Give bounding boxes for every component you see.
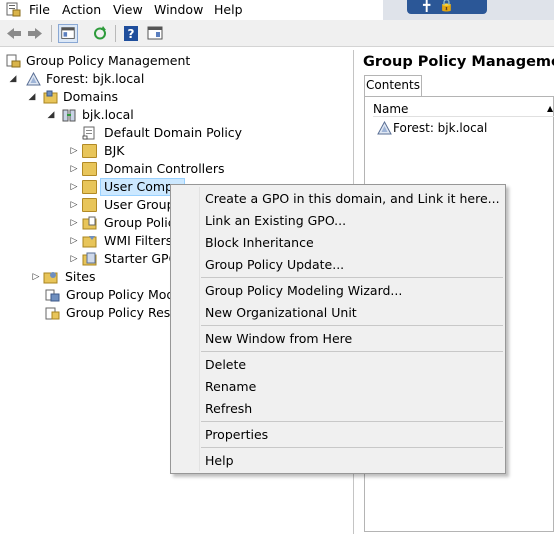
window-title-area: ╋ 🔒 <box>383 0 554 20</box>
menu-item-gp-update[interactable]: Group Policy Update... <box>205 255 344 275</box>
help-icon[interactable]: ? <box>121 24 141 43</box>
menu-gutter <box>199 187 200 471</box>
menu-action[interactable]: Action <box>62 2 101 17</box>
gpo-link-icon <box>82 126 95 140</box>
tab-contents[interactable]: Contents <box>364 75 422 96</box>
menu-separator <box>201 277 503 278</box>
collapsed-arrow-icon[interactable]: ▷ <box>69 160 79 178</box>
lock-icon: 🔒 <box>439 0 454 12</box>
menu-window[interactable]: Window <box>154 2 203 17</box>
pin-lock-tab[interactable]: ╋ 🔒 <box>407 0 487 14</box>
tree-item-domains[interactable]: ◢ Domains <box>27 88 227 106</box>
ou-folder-icon <box>82 198 97 212</box>
tree-item-default-domain-policy[interactable]: Default Domain Policy <box>82 124 282 142</box>
tree-label: bjk.local <box>82 107 134 122</box>
ou-folder-icon <box>82 162 97 176</box>
tree-item-bjk[interactable]: ▷ BJK <box>69 142 269 160</box>
modeling-icon <box>45 289 60 302</box>
collapsed-arrow-icon[interactable]: ▷ <box>69 232 79 250</box>
menu-item-new-window[interactable]: New Window from Here <box>205 329 352 349</box>
tree-label: Group Policy Result <box>66 305 187 320</box>
pin-icon: ╋ <box>423 0 431 12</box>
list-item-label: Forest: bjk.local <box>393 121 488 135</box>
show-hide-tree-icon[interactable] <box>58 24 78 43</box>
collapsed-arrow-icon[interactable]: ▷ <box>31 268 41 286</box>
collapsed-arrow-icon[interactable]: ▷ <box>69 250 79 268</box>
forward-arrow-icon[interactable] <box>25 24 45 43</box>
tree-item-domain[interactable]: ◢ bjk.local <box>46 106 246 124</box>
sort-arrow-icon: ▲ <box>547 104 554 113</box>
tree-item-forest[interactable]: ◢ Forest: bjk.local <box>8 70 208 88</box>
toolbar: ? <box>0 20 554 47</box>
tree-label: Forest: bjk.local <box>46 71 145 86</box>
tree-label: Domains <box>63 89 119 104</box>
app-icon <box>6 2 21 17</box>
column-header-label: Name <box>373 102 409 116</box>
collapsed-arrow-icon[interactable]: ▷ <box>69 178 79 196</box>
tree-item-domain-controllers[interactable]: ▷ Domain Controllers <box>69 160 269 178</box>
expand-arrow-icon[interactable]: ◢ <box>27 88 37 106</box>
ou-folder-icon <box>82 180 97 194</box>
sites-icon <box>43 272 58 284</box>
menu-item-delete[interactable]: Delete <box>205 355 246 375</box>
column-header-name[interactable]: Name ▲ <box>373 101 554 117</box>
tree-label: Sites <box>65 269 96 284</box>
collapsed-arrow-icon[interactable]: ▷ <box>69 214 79 232</box>
show-action-pane-icon[interactable] <box>145 24 165 43</box>
forest-icon <box>377 121 392 135</box>
context-menu: Create a GPO in this domain, and Link it… <box>170 184 506 474</box>
ou-folder-icon <box>82 144 97 158</box>
menu-item-properties[interactable]: Properties <box>205 425 268 445</box>
menu-view[interactable]: View <box>113 2 143 17</box>
tree-label: BJK <box>104 143 125 158</box>
tree-label: Group Policy Management <box>26 53 191 68</box>
collapsed-arrow-icon[interactable]: ▷ <box>69 196 79 214</box>
gpo-folder-icon <box>82 216 97 230</box>
svg-text:?: ? <box>128 27 135 41</box>
results-icon <box>45 307 60 320</box>
collapsed-arrow-icon[interactable]: ▷ <box>69 142 79 160</box>
gpmc-icon <box>6 54 21 68</box>
back-arrow-icon[interactable] <box>4 24 24 43</box>
refresh-icon[interactable] <box>90 24 110 43</box>
menu-item-rename[interactable]: Rename <box>205 377 256 397</box>
forest-icon <box>26 72 41 86</box>
toolbar-separator <box>115 25 116 42</box>
menu-item-help[interactable]: Help <box>205 451 234 471</box>
menu-item-refresh[interactable]: Refresh <box>205 399 252 419</box>
wmi-folder-icon <box>82 236 97 248</box>
menu-item-new-ou[interactable]: New Organizational Unit <box>205 303 357 323</box>
expand-arrow-icon[interactable]: ◢ <box>46 106 56 124</box>
tree-item-root[interactable]: Group Policy Management <box>6 52 206 70</box>
menu-item-create-gpo-link[interactable]: Create a GPO in this domain, and Link it… <box>205 189 500 209</box>
menu-item-modeling-wizard[interactable]: Group Policy Modeling Wizard... <box>205 281 402 301</box>
domain-icon <box>62 109 76 122</box>
expand-arrow-icon[interactable]: ◢ <box>8 70 18 88</box>
toolbar-separator <box>51 25 52 42</box>
tree-label: Domain Controllers <box>104 161 225 176</box>
menu-file[interactable]: File <box>29 2 50 17</box>
menu-item-link-existing-gpo[interactable]: Link an Existing GPO... <box>205 211 346 231</box>
menu-bar: File Action View Window Help ╋ 🔒 <box>0 0 554 20</box>
menu-separator <box>201 351 503 352</box>
tree-label: WMI Filters <box>104 233 173 248</box>
tree-label: Default Domain Policy <box>104 125 243 140</box>
starter-gpo-icon <box>82 252 97 266</box>
menu-help[interactable]: Help <box>214 2 243 17</box>
menu-separator <box>201 421 503 422</box>
details-title: Group Policy Management <box>363 54 554 70</box>
tree-label: Group Policy Model <box>66 287 186 302</box>
domains-icon <box>43 90 58 104</box>
menu-separator <box>201 447 503 448</box>
menu-item-block-inheritance[interactable]: Block Inheritance <box>205 233 314 253</box>
menu-separator <box>201 325 503 326</box>
